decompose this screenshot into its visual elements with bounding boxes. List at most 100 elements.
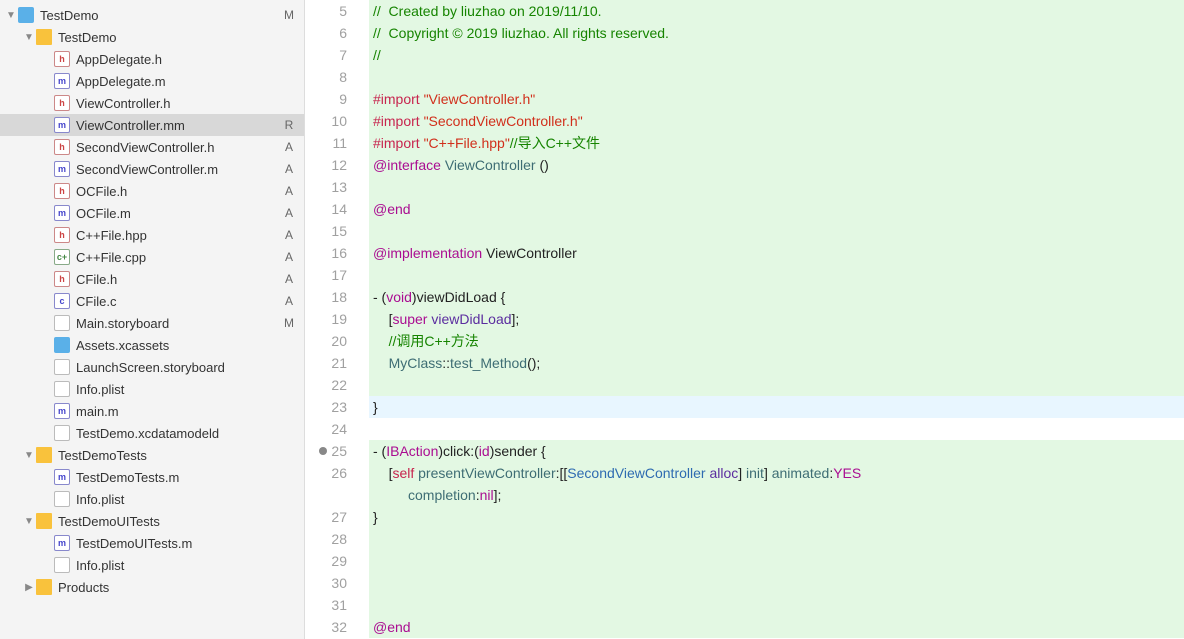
breakpoint-icon[interactable] — [319, 447, 327, 455]
code-line[interactable]: completion:nil]; — [369, 484, 1184, 506]
gutter-line[interactable]: 21 — [305, 352, 357, 374]
code-line[interactable]: [super viewDidLoad]; — [369, 308, 1184, 330]
gutter-line[interactable]: 32 — [305, 616, 357, 638]
code-line[interactable] — [369, 66, 1184, 88]
gutter-line[interactable]: 15 — [305, 220, 357, 242]
code-line[interactable]: } — [369, 506, 1184, 528]
gutter-line[interactable]: 18 — [305, 286, 357, 308]
code-line[interactable] — [369, 374, 1184, 396]
gutter-line[interactable]: 20 — [305, 330, 357, 352]
gutter-line[interactable]: 27 — [305, 506, 357, 528]
m-file-icon: m — [54, 73, 70, 89]
line-number: 20 — [331, 330, 347, 352]
gutter-line[interactable]: 11 — [305, 132, 357, 154]
code-line[interactable]: // Created by liuzhao on 2019/11/10. — [369, 0, 1184, 22]
file-tree-row[interactable]: Info.plist — [0, 378, 304, 400]
code-line[interactable] — [369, 572, 1184, 594]
file-tree-row[interactable]: mTestDemoUITests.m — [0, 532, 304, 554]
gutter-line[interactable]: 8 — [305, 66, 357, 88]
file-tree-row[interactable]: hCFile.hA — [0, 268, 304, 290]
line-gutter[interactable]: 567891011121314151617181920212223242526 2… — [305, 0, 369, 639]
gutter-line[interactable]: 13 — [305, 176, 357, 198]
code-line[interactable]: #import "ViewController.h" — [369, 88, 1184, 110]
file-tree-row[interactable]: mAppDelegate.m — [0, 70, 304, 92]
file-tree-row[interactable]: c+C++File.cppA — [0, 246, 304, 268]
gutter-line[interactable]: 25 — [305, 440, 357, 462]
code-line[interactable] — [369, 220, 1184, 242]
code-editor[interactable]: 567891011121314151617181920212223242526 2… — [305, 0, 1184, 639]
code-line[interactable]: @end — [369, 198, 1184, 220]
project-navigator[interactable]: ▼TestDemoM▼TestDemohAppDelegate.hmAppDel… — [0, 0, 305, 639]
disclosure-triangle-icon[interactable]: ▶ — [24, 582, 34, 593]
gutter-line[interactable]: 26 — [305, 462, 357, 484]
gutter-line[interactable]: 17 — [305, 264, 357, 286]
disclosure-triangle-icon[interactable]: ▼ — [24, 32, 34, 43]
code-line[interactable] — [369, 176, 1184, 198]
code-line[interactable]: @end — [369, 616, 1184, 638]
file-tree-row[interactable]: hViewController.h — [0, 92, 304, 114]
file-tree-row[interactable]: mTestDemoTests.m — [0, 466, 304, 488]
code-line[interactable] — [369, 264, 1184, 286]
file-tree-row[interactable]: mSecondViewController.mA — [0, 158, 304, 180]
file-tree-row[interactable]: Main.storyboardM — [0, 312, 304, 334]
code-line[interactable]: // Copyright © 2019 liuzhao. All rights … — [369, 22, 1184, 44]
file-tree-row[interactable]: Info.plist — [0, 554, 304, 576]
gutter-line[interactable]: 31 — [305, 594, 357, 616]
gutter-line[interactable]: 7 — [305, 44, 357, 66]
gutter-line[interactable]: 29 — [305, 550, 357, 572]
disclosure-triangle-icon[interactable]: ▼ — [24, 516, 34, 527]
file-tree-row[interactable]: ▶Products — [0, 576, 304, 598]
code-line[interactable]: MyClass::test_Method(); — [369, 352, 1184, 374]
file-label: TestDemo — [40, 8, 282, 23]
file-tree-row[interactable]: hAppDelegate.h — [0, 48, 304, 70]
code-line[interactable]: @interface ViewController () — [369, 154, 1184, 176]
file-tree-row[interactable]: mOCFile.mA — [0, 202, 304, 224]
gutter-line[interactable]: 9 — [305, 88, 357, 110]
gutter-line[interactable]: 5 — [305, 0, 357, 22]
gutter-line[interactable] — [305, 484, 357, 506]
file-tree-row[interactable]: ▼TestDemoUITests — [0, 510, 304, 532]
file-tree-row[interactable]: hSecondViewController.hA — [0, 136, 304, 158]
code-line[interactable] — [369, 550, 1184, 572]
file-tree-row[interactable]: hC++File.hppA — [0, 224, 304, 246]
line-number: 13 — [331, 176, 347, 198]
code-line[interactable] — [369, 528, 1184, 550]
code-line[interactable]: - (void)viewDidLoad { — [369, 286, 1184, 308]
code-line[interactable]: } — [369, 396, 1184, 418]
gutter-line[interactable]: 10 — [305, 110, 357, 132]
code-lines[interactable]: // Created by liuzhao on 2019/11/10.// C… — [369, 0, 1184, 639]
file-tree-row[interactable]: ▼TestDemoM — [0, 4, 304, 26]
disclosure-triangle-icon[interactable]: ▼ — [24, 450, 34, 461]
file-tree-row[interactable]: mmain.m — [0, 400, 304, 422]
gutter-line[interactable]: 16 — [305, 242, 357, 264]
code-line[interactable]: #import "C++File.hpp"//导入C++文件 — [369, 132, 1184, 154]
file-tree-row[interactable]: LaunchScreen.storyboard — [0, 356, 304, 378]
gutter-line[interactable]: 14 — [305, 198, 357, 220]
gutter-line[interactable]: 24 — [305, 418, 357, 440]
file-tree-row[interactable]: TestDemo.xcdatamodeld — [0, 422, 304, 444]
disclosure-triangle-icon[interactable]: ▼ — [6, 10, 16, 21]
gutter-line[interactable]: 22 — [305, 374, 357, 396]
code-line[interactable]: // — [369, 44, 1184, 66]
c-file-icon: c — [54, 293, 70, 309]
file-tree-row[interactable]: ▼TestDemo — [0, 26, 304, 48]
code-line[interactable] — [369, 418, 1184, 440]
file-tree-row[interactable]: Info.plist — [0, 488, 304, 510]
code-line[interactable]: - (IBAction)click:(id)sender { — [369, 440, 1184, 462]
gutter-line[interactable]: 23 — [305, 396, 357, 418]
gutter-line[interactable]: 30 — [305, 572, 357, 594]
file-tree-row[interactable]: ▼TestDemoTests — [0, 444, 304, 466]
file-tree-row[interactable]: mViewController.mmR — [0, 114, 304, 136]
code-line[interactable]: #import "SecondViewController.h" — [369, 110, 1184, 132]
file-tree-row[interactable]: Assets.xcassets — [0, 334, 304, 356]
file-tree-row[interactable]: cCFile.cA — [0, 290, 304, 312]
gutter-line[interactable]: 6 — [305, 22, 357, 44]
code-line[interactable]: @implementation ViewController — [369, 242, 1184, 264]
gutter-line[interactable]: 19 — [305, 308, 357, 330]
gutter-line[interactable]: 28 — [305, 528, 357, 550]
file-tree-row[interactable]: hOCFile.hA — [0, 180, 304, 202]
code-line[interactable] — [369, 594, 1184, 616]
code-line[interactable]: //调用C++方法 — [369, 330, 1184, 352]
code-line[interactable]: [self presentViewController:[[SecondView… — [369, 462, 1184, 484]
gutter-line[interactable]: 12 — [305, 154, 357, 176]
